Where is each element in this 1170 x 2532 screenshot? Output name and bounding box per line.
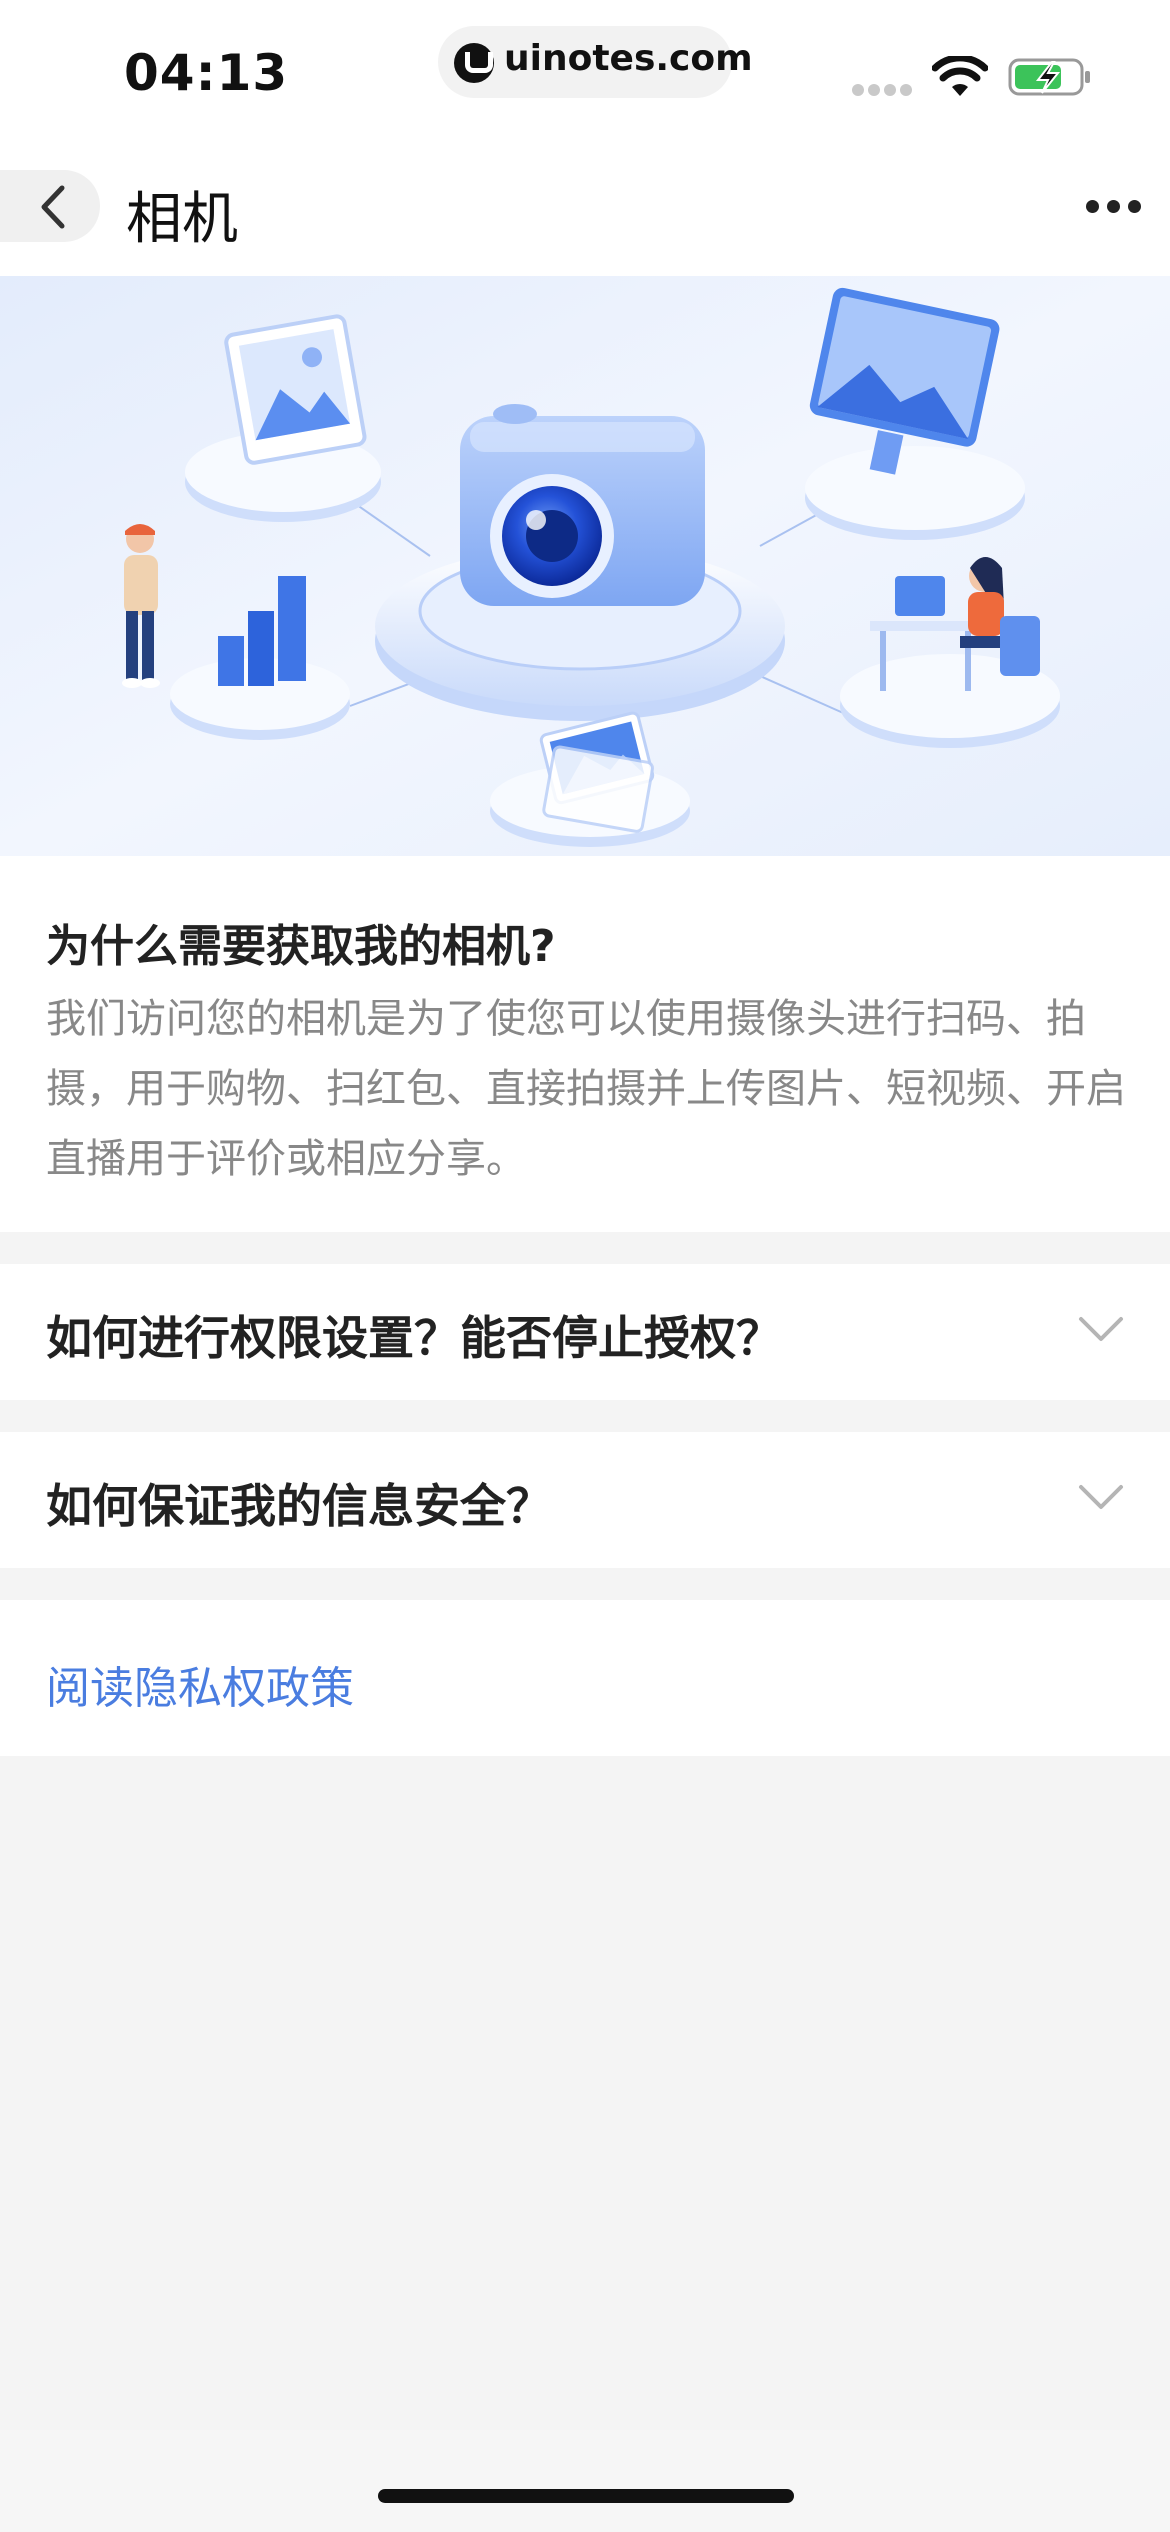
site-label: uinotes.com — [504, 38, 753, 79]
faq-item-permission-settings[interactable]: 如何进行权限设置？能否停止授权？ — [0, 1264, 1170, 1400]
why-card: 为什么需要获取我的相机? 我们访问您的相机是为了使您可以使用摄像头进行扫码、拍摄… — [0, 856, 1170, 1232]
uinotes-logo-icon — [454, 43, 494, 83]
faq-question: 如何保证我的信息安全？ — [46, 1479, 552, 1533]
nav-bar: 相机 — [0, 130, 1170, 276]
chevron-down-icon — [1079, 1485, 1123, 1509]
faq-item-info-security[interactable]: 如何保证我的信息安全？ — [0, 1432, 1170, 1568]
why-body: 我们访问您的相机是为了使您可以使用摄像头进行扫码、拍摄，用于购物、扫红包、直接拍… — [46, 996, 1126, 1182]
back-button[interactable] — [0, 170, 100, 242]
home-indicator[interactable] — [378, 2489, 794, 2503]
status-bar: 04:13 uinotes.com — [0, 0, 1170, 130]
bottom-safe-area — [0, 2430, 1170, 2532]
wifi-icon — [932, 56, 988, 96]
chevron-down-icon — [1079, 1317, 1123, 1341]
more-dots-icon[interactable] — [1086, 200, 1142, 214]
hero-svg — [0, 276, 1170, 856]
faq-question: 如何进行权限设置？能否停止授权？ — [46, 1311, 782, 1365]
camera-permission-illustration — [0, 276, 1170, 856]
signal-icon — [852, 84, 914, 96]
site-pill: uinotes.com — [438, 26, 753, 98]
page-title: 相机 — [126, 187, 238, 252]
chevron-left-icon — [41, 185, 65, 229]
camera-permission-page: 04:13 uinotes.com 相机 为什么需要获取我的相机? 我们访问您的… — [0, 0, 1170, 2532]
why-title: 为什么需要获取我的相机? — [46, 921, 556, 972]
privacy-policy-link[interactable]: 阅读隐私权政策 — [46, 1652, 354, 1716]
status-time: 04:13 — [124, 44, 289, 102]
policy-card: 阅读隐私权政策 — [0, 1600, 1170, 1756]
battery-charging-icon — [1008, 58, 1090, 96]
